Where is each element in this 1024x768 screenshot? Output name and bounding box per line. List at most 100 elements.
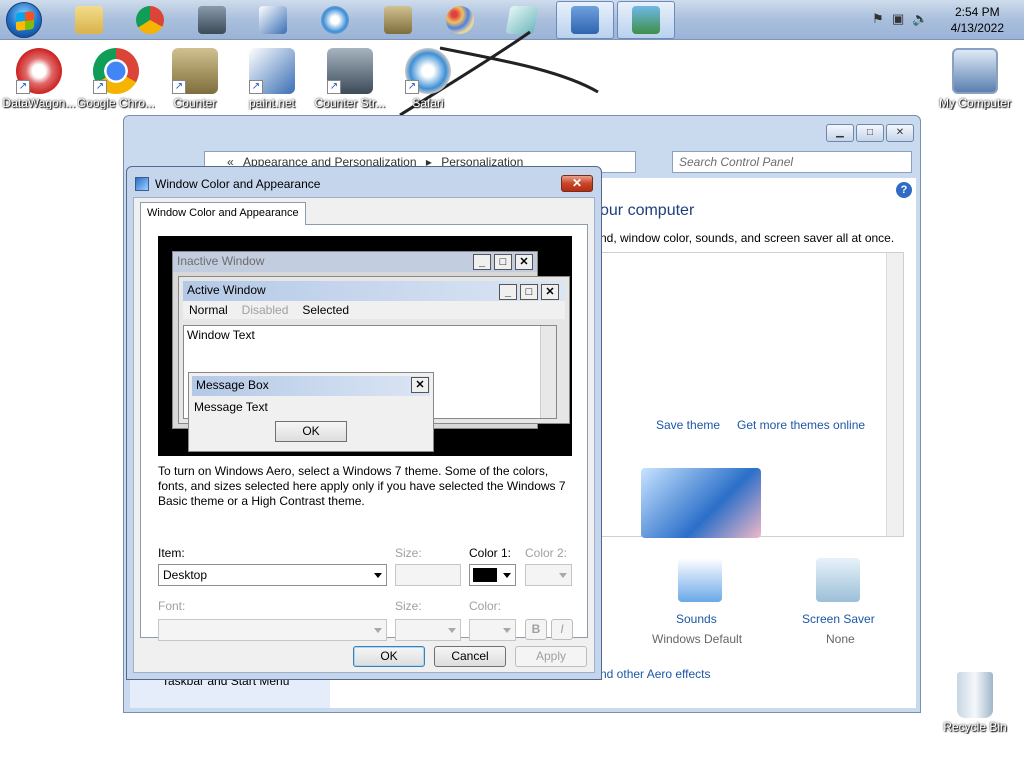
more-themes-link[interactable]: Get more themes online: [737, 418, 865, 432]
desktop-icon-label: Recycle Bin: [943, 720, 1007, 734]
clock-date: 4/13/2022: [950, 21, 1004, 35]
sounds-icon[interactable]: [678, 558, 722, 602]
windows-explorer-icon: [75, 6, 103, 34]
font-size-select[interactable]: [395, 619, 461, 641]
close-icon: ✕: [515, 254, 533, 270]
window-color-icon: [632, 6, 660, 34]
volume-icon[interactable]: 🔈: [912, 12, 928, 26]
taskbar-control-panel[interactable]: [556, 1, 614, 39]
font-color-label: Color:: [469, 599, 502, 613]
action-center-icon[interactable]: ⚑: [872, 12, 886, 26]
menu-normal: Normal: [189, 303, 228, 317]
screen-saver-icon[interactable]: [816, 558, 860, 602]
tab-window-color[interactable]: Window Color and Appearance: [140, 202, 306, 225]
italic-button[interactable]: I: [551, 619, 573, 640]
shortcut-arrow-icon: ↗: [327, 80, 341, 94]
help-icon[interactable]: ?: [896, 182, 912, 198]
menu-selected: Selected: [302, 303, 350, 317]
computer-icon: [952, 48, 998, 94]
page-title: our computer: [600, 202, 695, 219]
dropdown-arrow-icon: [503, 628, 511, 633]
desktop-icon-chrome[interactable]: ↗ Google Chro...: [77, 48, 155, 110]
sounds-link[interactable]: Sounds: [676, 612, 717, 626]
size-label: Size:: [395, 546, 422, 560]
window-text: Window Text: [187, 328, 255, 342]
taskbar-counter[interactable]: [369, 1, 427, 39]
desktop-icon-my-computer[interactable]: My Computer: [936, 48, 1014, 110]
close-button[interactable]: ✕: [886, 124, 914, 142]
window-color-icon: [135, 177, 149, 191]
message-text: Message Text: [194, 400, 268, 414]
paint-net-icon: ↗: [249, 48, 295, 94]
desktop-icon-recycle-bin[interactable]: Recycle Bin: [936, 672, 1014, 734]
theme-thumbnail[interactable]: [641, 468, 761, 538]
desktop-icon-safari[interactable]: ↗ Safari: [389, 48, 467, 110]
chrome-icon: ↗: [93, 48, 139, 94]
shortcut-arrow-icon: ↗: [16, 80, 30, 94]
size-spinner[interactable]: [395, 564, 461, 586]
taskbar-paint[interactable]: [431, 1, 489, 39]
font-size-label: Size:: [395, 599, 422, 613]
apply-button[interactable]: Apply: [515, 646, 587, 667]
theme-list-scrollbar[interactable]: [886, 253, 903, 536]
taskbar-safari[interactable]: [306, 1, 364, 39]
taskbar-notepad[interactable]: [493, 1, 551, 39]
aero-effects-link[interactable]: nd other Aero effects: [600, 667, 711, 681]
desktop-icon-datawagon[interactable]: ↗ DataWagon...: [0, 48, 78, 110]
start-button[interactable]: [6, 2, 42, 38]
item-label: Item:: [158, 546, 185, 560]
item-select[interactable]: Desktop: [158, 564, 387, 586]
font-label: Font:: [158, 599, 186, 613]
save-theme-link[interactable]: Save theme: [656, 418, 720, 432]
menu-disabled: Disabled: [241, 303, 289, 317]
dropdown-arrow-icon: [374, 628, 382, 633]
sounds-value: Windows Default: [652, 632, 743, 646]
theme-list[interactable]: Save theme Get more themes online: [600, 252, 904, 538]
counter-strike-icon: [198, 6, 226, 34]
close-icon: ✕: [541, 284, 559, 300]
maximize-button[interactable]: □: [856, 124, 884, 142]
desktop-icon-label: My Computer: [938, 96, 1012, 110]
message-box-preview[interactable]: Message Box ✕ Message Text OK: [188, 372, 434, 452]
color1-picker[interactable]: [469, 564, 516, 586]
cancel-button[interactable]: Cancel: [434, 646, 506, 667]
network-icon[interactable]: ▣: [892, 12, 906, 26]
taskbar: ⚑ ▣ 🔈 2:54 PM 4/13/2022: [0, 0, 1024, 40]
taskbar-counter-strike[interactable]: [183, 1, 241, 39]
desktop-icon-paint-net[interactable]: ↗ paint.net: [233, 48, 311, 110]
taskbar-explorer[interactable]: [60, 1, 118, 39]
shortcut-arrow-icon: ↗: [172, 80, 186, 94]
message-box-ok: OK: [275, 421, 347, 442]
clock[interactable]: 2:54 PM 4/13/2022: [951, 4, 1004, 36]
preview-scrollbar: [540, 326, 556, 418]
taskbar-window-color[interactable]: [617, 1, 675, 39]
font-color-picker[interactable]: [469, 619, 516, 641]
close-button[interactable]: ✕: [561, 175, 593, 192]
tab-page: Inactive Window _ □ ✕ Active Window _ □ ✕ No…: [140, 224, 588, 641]
taskbar-paint-net[interactable]: [244, 1, 302, 39]
shortcut-arrow-icon: ↗: [405, 80, 419, 94]
paint-net-icon: [259, 6, 287, 34]
ok-button[interactable]: OK: [353, 646, 425, 667]
desktop-icon-counter[interactable]: ↗ Counter: [156, 48, 234, 110]
chrome-icon: [136, 6, 164, 34]
desktop-icon-label: Google Chro...: [77, 96, 155, 110]
color2-picker[interactable]: [525, 564, 572, 586]
minimize-button[interactable]: ▁: [826, 124, 854, 142]
desktop-icon-counter-strike[interactable]: ↗ Counter Str...: [311, 48, 389, 110]
color1-swatch: [473, 568, 497, 582]
clock-time: 2:54 PM: [954, 5, 1000, 19]
desktop-icon-label: Safari: [412, 96, 444, 110]
counter-icon: ↗: [172, 48, 218, 94]
minimize-icon: _: [499, 284, 517, 300]
taskbar-chrome[interactable]: [121, 1, 179, 39]
appearance-preview[interactable]: Inactive Window _ □ ✕ Active Window _ □ ✕ No…: [158, 236, 572, 456]
dialog-title: Window Color and Appearance: [155, 177, 321, 191]
window-color-dialog: Window Color and Appearance ✕ Window Col…: [126, 166, 602, 680]
system-tray: ⚑ ▣ 🔈 2:54 PM 4/13/2022: [864, 0, 1024, 40]
bold-button[interactable]: B: [525, 619, 547, 640]
screen-saver-link[interactable]: Screen Saver: [802, 612, 875, 626]
font-select[interactable]: [158, 619, 387, 641]
dropdown-arrow-icon: [559, 573, 567, 578]
search-input[interactable]: Search Control Panel: [672, 151, 912, 173]
